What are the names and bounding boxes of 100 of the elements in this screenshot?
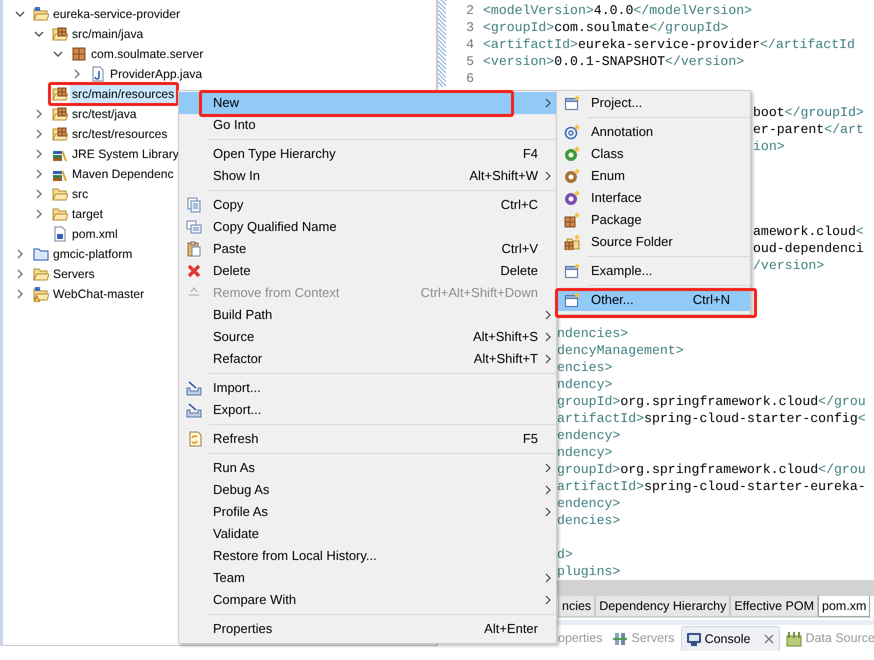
servers-icon bbox=[612, 630, 628, 646]
menu-item[interactable]: Show In Alt+Shift+W bbox=[179, 165, 556, 187]
menu-item[interactable]: Delete Delete bbox=[179, 260, 556, 282]
tree-item[interactable]: src/main/java bbox=[70, 25, 146, 43]
tree-item[interactable]: eureka-service-provider bbox=[51, 5, 182, 23]
tree-item[interactable]: src bbox=[70, 185, 90, 203]
expand-toggle-icon[interactable] bbox=[15, 289, 25, 299]
tree-item[interactable]: gmcic-platform bbox=[51, 245, 134, 263]
code-line: groupId>org.springframework.cloud</grou bbox=[557, 461, 866, 478]
expand-toggle-icon[interactable] bbox=[15, 249, 25, 259]
expand-toggle-icon[interactable] bbox=[15, 9, 25, 19]
code-line: ndencies> bbox=[557, 325, 628, 342]
line-number: 2 bbox=[465, 2, 475, 19]
export-icon bbox=[186, 402, 202, 418]
menu-item[interactable]: Restore from Local History... bbox=[179, 545, 556, 567]
menu-item[interactable]: Project... bbox=[557, 92, 750, 114]
shortcut-text: Alt+Shift+S bbox=[472, 328, 538, 346]
menu-item[interactable]: Team bbox=[179, 567, 556, 589]
menu-item[interactable]: Debug As bbox=[179, 479, 556, 501]
menu-item[interactable]: Source Folder bbox=[557, 231, 750, 253]
menu-item[interactable]: Profile As bbox=[179, 501, 556, 523]
folder-icon bbox=[52, 186, 68, 202]
console-icon bbox=[686, 631, 702, 647]
expand-toggle-icon[interactable] bbox=[34, 169, 44, 179]
menu-item[interactable]: Run As bbox=[179, 457, 556, 479]
code-line: ndency> bbox=[557, 376, 612, 393]
menu-item[interactable]: Export... bbox=[179, 399, 556, 421]
menu-item[interactable]: Properties Alt+Enter bbox=[179, 618, 556, 640]
tree-item[interactable]: WebChat-master bbox=[51, 285, 146, 303]
menu-item[interactable]: Refactor Alt+Shift+T bbox=[179, 348, 556, 370]
expand-toggle-icon[interactable] bbox=[34, 189, 44, 199]
tree-item[interactable]: src/test/resources bbox=[70, 125, 170, 143]
shortcut-text: Ctrl+Alt+Shift+Down bbox=[420, 284, 538, 302]
code-line: encies> bbox=[557, 359, 612, 376]
line-number: 6 bbox=[465, 70, 475, 87]
expand-toggle-icon[interactable] bbox=[15, 269, 25, 279]
line-number: 3 bbox=[465, 19, 475, 36]
shortcut-text: Alt+Enter bbox=[484, 620, 538, 638]
menu-item[interactable]: Enum bbox=[557, 165, 750, 187]
menu-item[interactable]: Other... Ctrl+N bbox=[557, 289, 750, 311]
menu-item[interactable]: Copy Qualified Name bbox=[179, 216, 556, 238]
menu-item[interactable]: Package bbox=[557, 209, 750, 231]
tree-item[interactable]: src/main/resources bbox=[70, 85, 176, 103]
expand-toggle-icon[interactable] bbox=[72, 69, 82, 79]
menu-item[interactable]: Paste Ctrl+V bbox=[179, 238, 556, 260]
delete-icon bbox=[186, 263, 202, 279]
menu-item[interactable]: Class bbox=[557, 143, 750, 165]
menu-item[interactable]: Go Into bbox=[179, 114, 556, 136]
expand-toggle-icon[interactable] bbox=[34, 149, 44, 159]
menu-item[interactable]: Compare With bbox=[179, 589, 556, 611]
shortcut-text: Alt+Shift+T bbox=[474, 350, 538, 368]
menu-item[interactable]: Refresh F5 bbox=[179, 428, 556, 450]
menu-item[interactable]: Validate bbox=[179, 523, 556, 545]
menu-item[interactable]: Interface bbox=[557, 187, 750, 209]
code-line: <artifactId>eureka-service-provider</artifactId bbox=[483, 36, 855, 53]
tree-item[interactable]: com.soulmate.server bbox=[89, 45, 206, 63]
expand-toggle-icon[interactable] bbox=[34, 209, 44, 219]
shortcut-text: Alt+Shift+W bbox=[469, 167, 538, 186]
editor-tab[interactable]: pom.xm bbox=[818, 596, 870, 617]
menu-item[interactable]: New bbox=[179, 92, 556, 114]
annotation-icon bbox=[564, 124, 580, 140]
editor-tab[interactable]: ncies bbox=[558, 596, 596, 617]
tree-item[interactable]: pom.xml bbox=[70, 225, 120, 243]
new-wizard-icon bbox=[564, 292, 580, 308]
expand-toggle-icon[interactable] bbox=[34, 109, 44, 119]
code-line: endency> bbox=[557, 427, 620, 444]
view-tab[interactable]: Console bbox=[680, 626, 780, 652]
tree-item[interactable]: Maven Dependenc bbox=[70, 165, 176, 183]
package-icon bbox=[564, 212, 580, 228]
code-line: ion> bbox=[753, 138, 785, 155]
tree-item[interactable]: src/test/java bbox=[70, 105, 139, 123]
menu-item[interactable]: Build Path bbox=[179, 304, 556, 326]
menu-item[interactable]: Import... bbox=[179, 377, 556, 399]
tree-item[interactable]: Servers bbox=[51, 265, 97, 283]
line-number: 5 bbox=[465, 53, 475, 70]
source-folder-icon bbox=[52, 26, 68, 42]
shortcut-text: Ctrl+C bbox=[500, 196, 538, 214]
menu-item[interactable]: Example... bbox=[557, 260, 750, 282]
menu-item[interactable]: Copy Ctrl+C bbox=[179, 194, 556, 216]
menu-item[interactable]: Open Type Hierarchy F4 bbox=[179, 143, 556, 165]
shortcut-text: F4 bbox=[522, 145, 538, 164]
shortcut-text: Delete bbox=[500, 262, 538, 280]
close-icon[interactable] bbox=[763, 633, 776, 645]
code-line: /version> bbox=[753, 257, 824, 274]
expand-toggle-icon[interactable] bbox=[34, 29, 44, 39]
line-number: 4 bbox=[465, 36, 475, 53]
java-file-icon bbox=[90, 66, 106, 82]
enum-icon bbox=[564, 168, 580, 184]
expand-toggle-icon[interactable] bbox=[34, 129, 44, 139]
tree-item[interactable]: JRE System Library bbox=[70, 145, 181, 163]
folder-icon bbox=[52, 206, 68, 222]
code-line: dencies> bbox=[557, 512, 620, 529]
editor-tab[interactable]: Effective POM bbox=[730, 596, 818, 617]
expand-toggle-icon[interactable] bbox=[53, 49, 63, 59]
menu-item[interactable]: Annotation bbox=[557, 121, 750, 143]
tree-item[interactable]: target bbox=[70, 205, 105, 223]
source-folder-icon bbox=[564, 234, 580, 250]
tree-item[interactable]: ProviderApp.java bbox=[108, 65, 204, 83]
editor-tab[interactable]: Dependency Hierarchy bbox=[595, 596, 730, 617]
menu-item[interactable]: Source Alt+Shift+S bbox=[179, 326, 556, 348]
